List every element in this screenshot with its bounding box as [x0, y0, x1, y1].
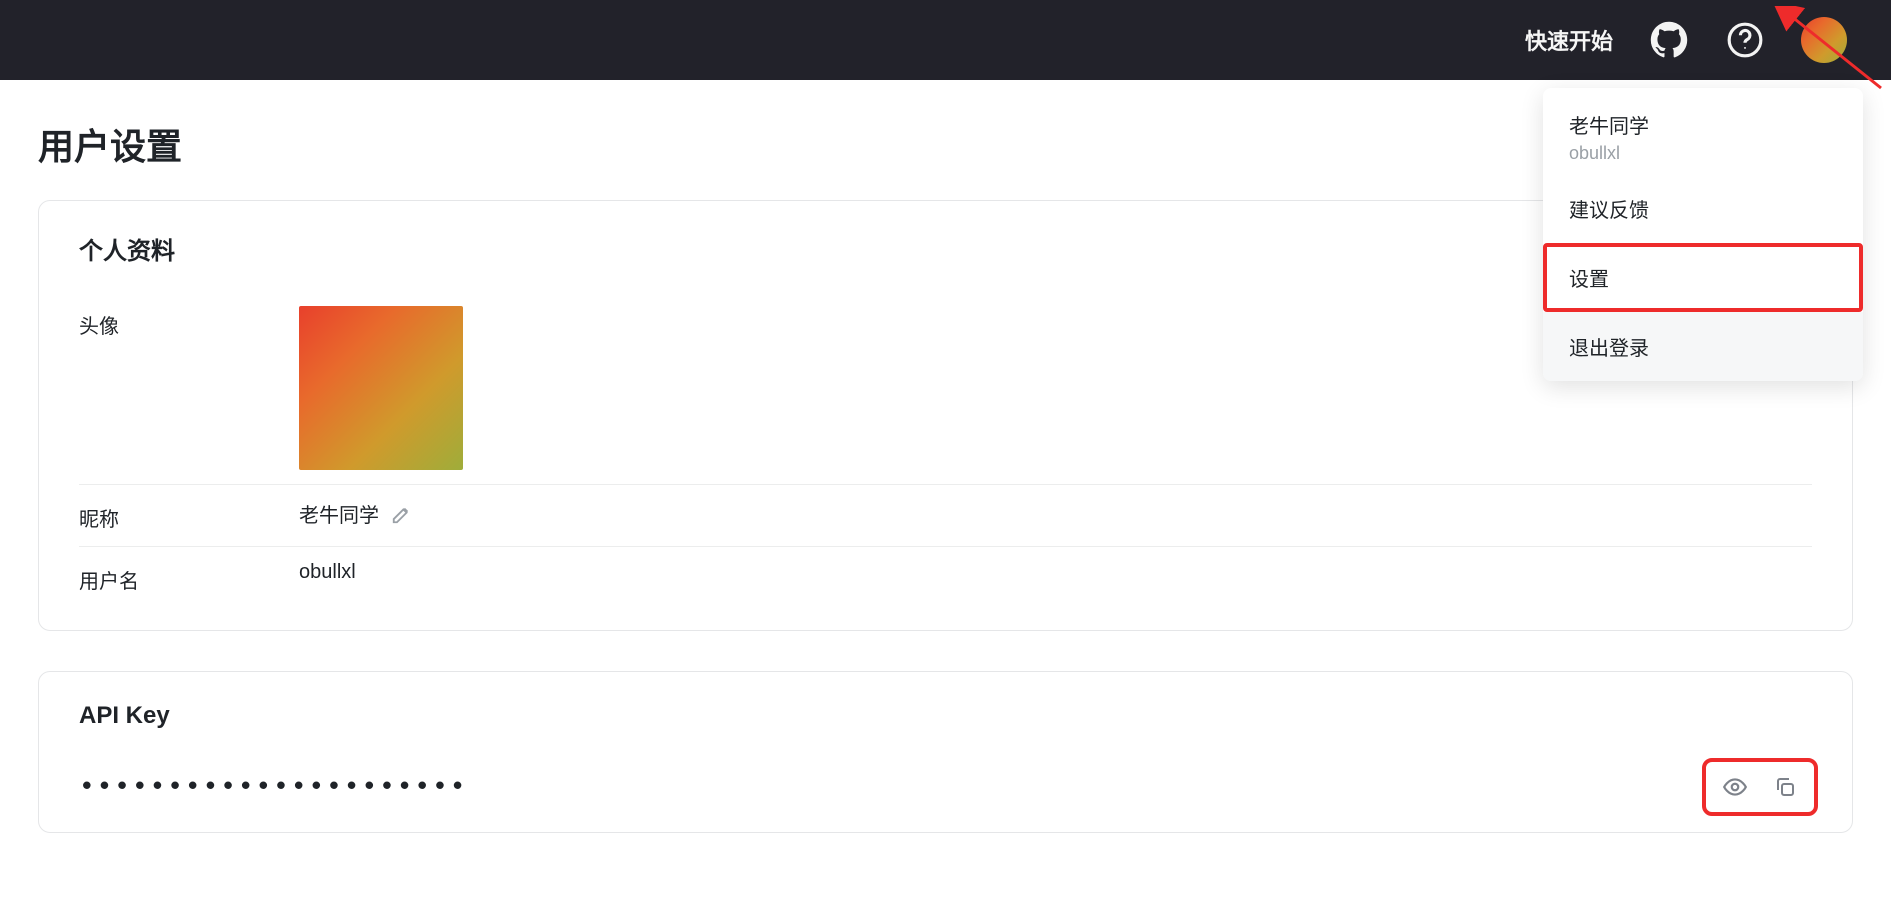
api-key-row: •••••••••••••••••••••• — [79, 756, 1812, 810]
dropdown-item-feedback[interactable]: 建议反馈 — [1543, 174, 1863, 243]
pencil-icon — [391, 503, 413, 525]
avatar-label: 头像 — [79, 306, 299, 339]
api-key-actions — [1708, 764, 1812, 810]
dropdown-item-logout[interactable]: 退出登录 — [1543, 312, 1863, 381]
dropdown-username: obullxl — [1569, 143, 1837, 164]
top-header: 快速开始 — [0, 0, 1891, 80]
username-label: 用户名 — [79, 561, 299, 594]
username-value: obullxl — [299, 561, 356, 584]
quick-start-link[interactable]: 快速开始 — [1525, 24, 1613, 56]
edit-nickname-icon[interactable] — [391, 503, 413, 525]
eye-icon — [1722, 774, 1748, 800]
dropdown-display-name: 老牛同学 — [1569, 110, 1837, 139]
user-dropdown: 老牛同学 obullxl 建议反馈 设置 退出登录 — [1543, 88, 1863, 381]
help-icon[interactable] — [1725, 20, 1765, 60]
reveal-key-button[interactable] — [1720, 772, 1750, 802]
help-icon-svg — [1726, 21, 1764, 59]
api-key-card: API Key •••••••••••••••••••••• — [38, 671, 1853, 833]
copy-key-button[interactable] — [1770, 772, 1800, 802]
profile-row-nickname: 昵称 老牛同学 — [79, 484, 1812, 546]
copy-icon — [1773, 775, 1797, 799]
github-icon-svg — [1650, 21, 1688, 59]
avatar-button[interactable] — [1801, 17, 1847, 63]
dropdown-user-block: 老牛同学 obullxl — [1543, 88, 1863, 174]
avatar-image[interactable] — [299, 306, 463, 470]
dropdown-item-settings[interactable]: 设置 — [1543, 243, 1863, 312]
profile-row-username: 用户名 obullxl — [79, 546, 1812, 608]
nickname-label: 昵称 — [79, 499, 299, 532]
nickname-value: 老牛同学 — [299, 499, 379, 528]
api-section-title: API Key — [79, 702, 1812, 730]
github-icon[interactable] — [1649, 20, 1689, 60]
api-key-masked: •••••••••••••••••••••• — [79, 772, 467, 802]
